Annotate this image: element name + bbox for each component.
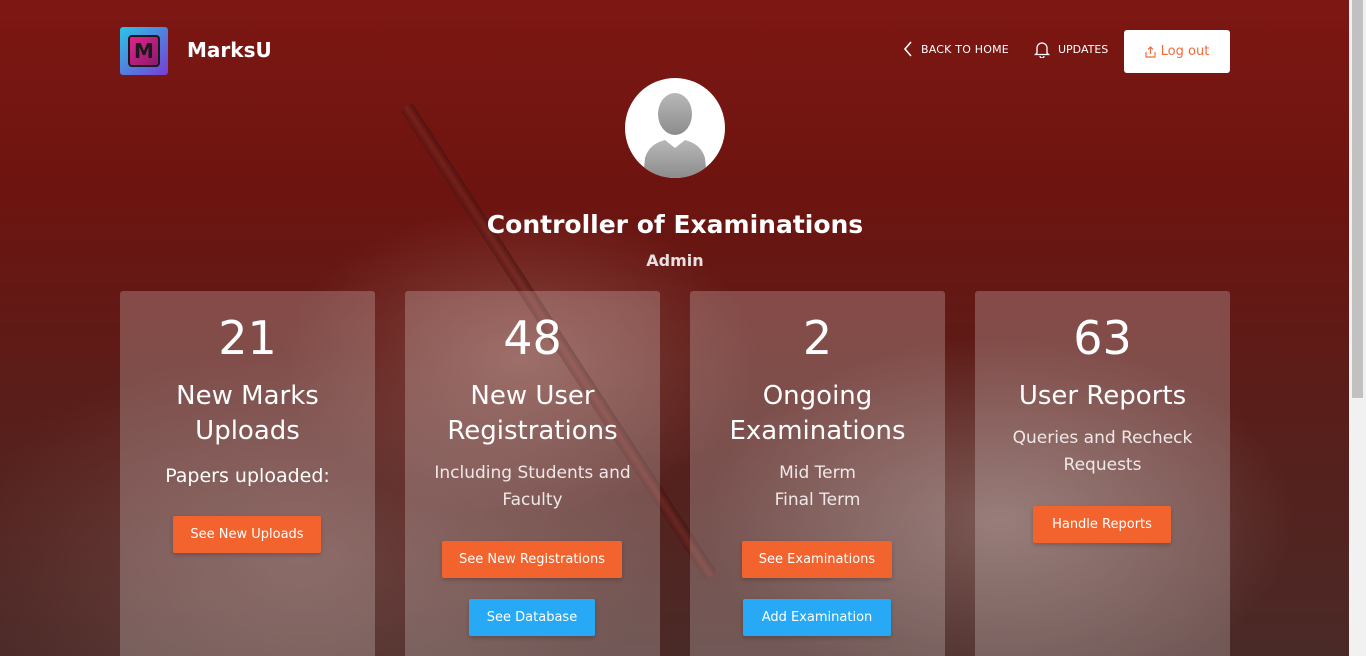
- card-description: Queries and Recheck Requests: [990, 425, 1215, 479]
- page-title: Controller of Examinations: [486, 210, 864, 239]
- bell-icon: [1034, 42, 1050, 58]
- card-description: Including Students and Faculty: [420, 460, 645, 514]
- user-silhouette-icon: [643, 93, 707, 178]
- see-examinations-button[interactable]: See Examinations: [742, 541, 892, 578]
- card-title-line: Examinations: [729, 416, 906, 446]
- logo-letter: M: [128, 35, 160, 67]
- see-database-button[interactable]: See Database: [469, 599, 595, 636]
- share-icon: [1145, 45, 1156, 58]
- card-title: New Marks Uploads: [130, 379, 365, 449]
- card-title-line: Ongoing: [762, 381, 873, 411]
- add-examination-button[interactable]: Add Examination: [743, 599, 891, 636]
- card-new-user-registrations: 48 New User Registrations Including Stud…: [405, 291, 660, 656]
- card-title-line: Uploads: [195, 416, 300, 446]
- card-count: 21: [218, 311, 277, 365]
- card-description-line: Including Students and: [434, 463, 631, 483]
- card-description-line: Requests: [1063, 455, 1142, 475]
- card-description: Papers uploaded:: [165, 465, 330, 487]
- top-navbar: M MarksU BACK TO HOME UPDATES Log out: [120, 27, 1230, 75]
- card-user-reports: 63 User Reports Queries and Recheck Requ…: [975, 291, 1230, 656]
- card-title: New User Registrations: [415, 379, 650, 449]
- page-scrollbar[interactable]: [1349, 0, 1366, 656]
- card-description-line: Queries and Recheck: [1012, 428, 1193, 448]
- updates-link[interactable]: UPDATES: [1034, 41, 1108, 58]
- card-title-line: New Marks: [176, 381, 319, 411]
- card-count: 63: [1073, 311, 1132, 365]
- card-title-line: New User: [470, 381, 595, 411]
- chevron-left-icon: [903, 41, 912, 57]
- back-to-home-link[interactable]: BACK TO HOME: [903, 41, 1009, 57]
- card-title: Ongoing Examinations: [700, 379, 935, 449]
- updates-label: UPDATES: [1058, 43, 1109, 56]
- profile-avatar: [625, 78, 725, 178]
- card-count: 48: [503, 311, 562, 365]
- card-description-line: Final Term: [774, 490, 861, 510]
- card-ongoing-examinations: 2 Ongoing Examinations Mid Term Final Te…: [690, 291, 945, 656]
- scrollbar-thumb[interactable]: [1352, 0, 1363, 398]
- card-description-line: Mid Term: [779, 463, 856, 483]
- logout-label: Log out: [1160, 44, 1210, 59]
- card-title-line: Registrations: [447, 416, 618, 446]
- logout-button[interactable]: Log out: [1124, 30, 1230, 73]
- card-new-marks-uploads: 21 New Marks Uploads Papers uploaded: Se…: [120, 291, 375, 656]
- back-to-home-label: BACK TO HOME: [921, 42, 1009, 56]
- handle-reports-button[interactable]: Handle Reports: [1033, 506, 1171, 543]
- card-count: 2: [802, 311, 833, 365]
- user-role: Admin: [646, 251, 704, 270]
- card-title-line: User Reports: [1018, 381, 1187, 411]
- card-title: User Reports: [985, 379, 1220, 414]
- see-new-uploads-button[interactable]: See New Uploads: [173, 516, 321, 553]
- see-new-registrations-button[interactable]: See New Registrations: [442, 541, 622, 578]
- brand-logo[interactable]: M: [120, 27, 168, 75]
- brand-name[interactable]: MarksU: [187, 38, 272, 62]
- card-description-line: Faculty: [502, 490, 563, 510]
- card-description: Mid Term Final Term: [705, 460, 930, 514]
